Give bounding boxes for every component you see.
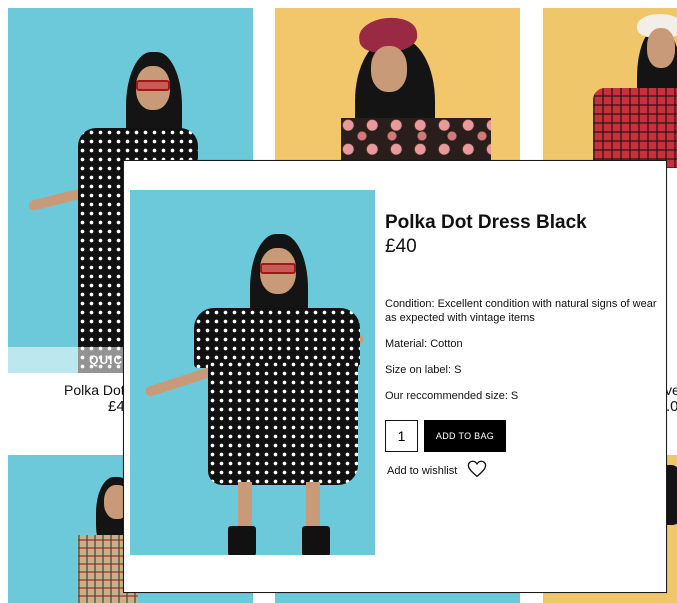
size-label-text: Size on label: S bbox=[385, 364, 462, 376]
product-info: Polka Dot Dress Black £40 Condition: Exc… bbox=[385, 211, 665, 478]
quantity-input[interactable] bbox=[385, 420, 418, 452]
material-text: Material: Cotton bbox=[385, 338, 463, 350]
wishlist-label: Add to wishlist bbox=[387, 464, 458, 477]
product-title: Polka Dot Dress Black bbox=[385, 212, 587, 233]
product-tile-3[interactable] bbox=[543, 8, 677, 168]
product-photo[interactable] bbox=[275, 8, 520, 168]
product-price: £40 bbox=[385, 236, 417, 257]
recommended-size-text: Our reccommended size: S bbox=[385, 390, 519, 402]
product-photo[interactable] bbox=[543, 8, 677, 168]
product-image bbox=[130, 190, 375, 555]
heart-outline-icon[interactable] bbox=[467, 460, 487, 481]
quick-view-modal: Polka Dot Dress Black £40 Condition: Exc… bbox=[123, 160, 667, 593]
add-to-bag-button[interactable]: ADD TO BAG bbox=[424, 420, 506, 452]
product-tile-2[interactable] bbox=[275, 8, 520, 168]
tile-3-price: .0 bbox=[666, 398, 677, 415]
condition-text: Condition: Excellent condition with natu… bbox=[385, 298, 657, 324]
add-to-wishlist-link[interactable]: Add to wishlist bbox=[387, 460, 487, 481]
